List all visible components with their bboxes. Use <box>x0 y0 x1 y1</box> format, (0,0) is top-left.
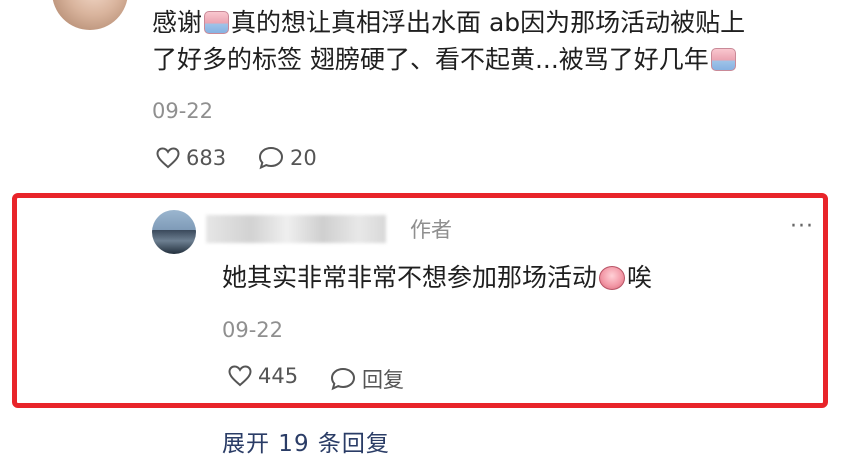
comment-text-segment: 感谢 <box>152 8 203 37</box>
expand-replies-link[interactable]: 展开 19 条回复 <box>222 424 390 458</box>
crying-emoji-icon <box>599 266 626 290</box>
sticker-emoji-icon <box>710 48 736 71</box>
comment-text: 感谢 真的想让真相浮出水面 ab因为那场活动被贴上 了好多的标签 翅膀硬了、看不起… <box>152 4 832 78</box>
reply-like-count: 445 <box>258 364 299 388</box>
avatar[interactable] <box>52 0 128 30</box>
reply-count-button[interactable]: 20 <box>258 146 317 170</box>
reply-date: 09-22 <box>222 318 284 342</box>
reply-like-button[interactable]: 445 <box>228 364 298 388</box>
reply-avatar[interactable] <box>152 210 196 254</box>
like-button[interactable]: 683 <box>156 146 226 170</box>
author-badge: 作者 <box>410 218 452 242</box>
username-redacted[interactable] <box>206 215 386 243</box>
reply-label: 回复 <box>362 368 404 392</box>
sticker-emoji-icon <box>204 11 230 34</box>
like-count: 683 <box>186 146 227 170</box>
heart-icon <box>228 365 252 387</box>
reply-text-segment: 唉 <box>627 263 653 292</box>
comment-bubble-icon <box>330 367 356 391</box>
reply-text-segment: 她其实非常非常不想参加那场活动 <box>222 263 598 292</box>
comment-thread: 感谢 真的想让真相浮出水面 ab因为那场活动被贴上 了好多的标签 翅膀硬了、看不起… <box>0 0 860 464</box>
reply-count: 20 <box>290 146 317 170</box>
reply-button[interactable]: 回复 <box>330 364 404 394</box>
comment-bubble-icon <box>258 146 284 170</box>
heart-icon <box>156 147 180 169</box>
reply-text: 她其实非常非常不想参加那场活动唉 <box>222 262 652 294</box>
comment-text-segment: 了好多的标签 翅膀硬了、看不起黄...被骂了好几年 <box>152 45 709 74</box>
comment-text-segment: 真的想让真相浮出水面 ab因为那场活动被贴上 <box>231 8 746 37</box>
more-options-icon[interactable]: ··· <box>790 214 814 239</box>
comment-date: 09-22 <box>152 99 214 123</box>
